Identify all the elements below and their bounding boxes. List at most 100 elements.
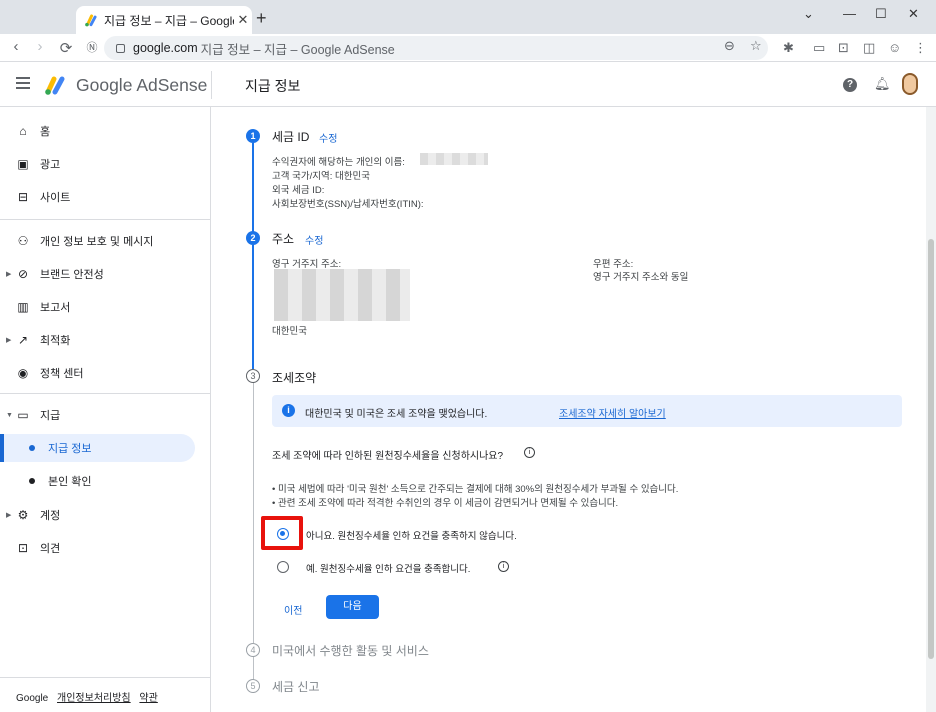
privacy-policy-link[interactable]: 개인정보처리방침: [57, 693, 131, 704]
treaty-question: 조세 조약에 따라 인하된 원천징수세율을 신청하시나요?: [272, 451, 504, 462]
expand-arrow-icon[interactable]: ▶: [6, 270, 11, 278]
payments-icon: ▭: [17, 408, 29, 422]
reload-icon[interactable]: ⟳: [54, 39, 78, 57]
step-1-title: 세금 ID: [272, 130, 310, 144]
tab-search-icon[interactable]: ⌄: [803, 6, 814, 22]
option-help-icon[interactable]: i: [498, 561, 509, 572]
stepper-line: [253, 383, 254, 643]
next-button[interactable]: 다음: [326, 595, 379, 619]
bookmark-star-icon[interactable]: ☆: [750, 38, 762, 54]
sidebar-item-account[interactable]: ▶ ⚙ 계정: [0, 501, 210, 529]
extensions-icon[interactable]: ✱: [783, 40, 794, 56]
question-help-icon[interactable]: i: [524, 447, 535, 458]
previous-button[interactable]: 이전: [284, 602, 302, 617]
sidebar-item-verification[interactable]: 본인 확인: [0, 467, 210, 495]
step-3-marker: 3: [246, 369, 260, 383]
sidebar-item-brand-safety[interactable]: ▶ ⊘ 브랜드 안전성: [0, 260, 210, 288]
sidebar-divider: [0, 393, 211, 394]
expand-arrow-icon[interactable]: ▶: [6, 511, 11, 519]
side-panel-icon[interactable]: ◫: [863, 40, 875, 56]
sidebar-item-label: 지급: [40, 410, 61, 422]
step-3-title: 조세조약: [272, 371, 317, 385]
terms-link[interactable]: 약관: [139, 693, 157, 704]
bullet-dot: [29, 445, 35, 451]
stepper-line: [252, 143, 254, 235]
profile-icon[interactable]: ☺: [888, 40, 901, 55]
cast-icon[interactable]: ▭: [813, 40, 825, 56]
sidebar-item-sites[interactable]: ⊟ 사이트: [0, 183, 210, 211]
sidebar-item-payments-info[interactable]: 지급 정보: [0, 434, 195, 462]
adsense-logo-icon: [44, 75, 68, 95]
address-bar[interactable]: google.com 지급 정보 – 지급 – Google AdSense: [104, 36, 768, 60]
radio-no[interactable]: [277, 528, 289, 540]
sidebar-item-label: 보고서: [40, 302, 71, 314]
step-4-title: 미국에서 수행한 활동 및 서비스: [272, 644, 429, 658]
forward-icon[interactable]: ›: [28, 38, 52, 55]
step-2-edit-link[interactable]: 수정: [305, 232, 323, 247]
sidebar-item-label: 브랜드 안전성: [40, 269, 104, 281]
page-scrollbar[interactable]: [926, 107, 936, 712]
feedback-icon: ⊡: [17, 541, 29, 555]
gear-icon: ⚙: [17, 508, 29, 522]
sidebar-item-label: 의견: [40, 543, 61, 555]
radio-yes-label[interactable]: 예. 원천징수세율 인하 요건을 충족합니다.: [306, 561, 470, 575]
radio-yes[interactable]: [277, 561, 289, 573]
minimize-icon[interactable]: —: [843, 6, 856, 21]
sidebar-item-home[interactable]: ⌂ 홈: [0, 117, 210, 145]
sidebar-item-label: 본인 확인: [48, 476, 92, 488]
sites-icon: ⊟: [17, 190, 29, 204]
browser-menu-icon[interactable]: ⋮: [914, 40, 927, 56]
redacted-name: [420, 153, 488, 165]
sidebar-item-reports[interactable]: ▥ 보고서: [0, 293, 210, 321]
sidebar-item-payments[interactable]: ▼ ▭ 지급: [0, 401, 210, 429]
sidebar-item-privacy-messaging[interactable]: ⚇ 개인 정보 보호 및 메시지: [0, 227, 210, 255]
hamburger-menu-icon[interactable]: [16, 77, 30, 89]
step-1-edit-link[interactable]: 수정: [319, 130, 337, 145]
bullet-text: • 관련 조세 조약에 따라 적격한 수취인의 경우 이 세금이 감면되거나 면…: [272, 498, 619, 509]
tab-close-icon[interactable]: ✕: [234, 12, 252, 28]
payee-name-label: 수익권자에 해당하는 개인의 이름:: [272, 157, 405, 168]
screenshot-icon[interactable]: ⊡: [838, 40, 849, 56]
radio-no-label[interactable]: 아니요. 원천징수세율 인하 요건을 충족하지 않습니다.: [306, 528, 517, 542]
sidebar-item-label: 홈: [40, 126, 51, 138]
browser-tab[interactable]: 지급 정보 – 지급 – Google AdSe ✕: [76, 6, 252, 34]
maximize-icon[interactable]: ☐: [875, 6, 887, 22]
zoom-icon[interactable]: ⊖: [724, 38, 735, 54]
sidebar-divider: [0, 219, 211, 220]
back-icon[interactable]: ‹: [4, 38, 28, 55]
step-4-marker: 4: [246, 643, 260, 657]
sidebar-item-optimization[interactable]: ▶ ↗ 최적화: [0, 326, 210, 354]
bullet-text: • 미국 세법에 따라 '미국 원천' 소득으로 간주되는 결제에 대해 30%…: [272, 484, 679, 495]
main-content: 1 세금 ID 수정 수익권자에 해당하는 개인의 이름: 고객 국가/지역: …: [212, 107, 924, 712]
sidebar-item-policy-center[interactable]: ◉ 정책 센터: [0, 359, 210, 387]
treaty-learn-more-link[interactable]: 조세조약 자세히 알아보기: [559, 405, 666, 420]
new-tab-icon[interactable]: +: [256, 8, 267, 29]
reports-icon: ▥: [17, 300, 29, 314]
country-line: 고객 국가/지역: 대한민국: [272, 171, 370, 182]
scrollbar-thumb[interactable]: [928, 239, 934, 659]
sidebar-item-label: 광고: [40, 159, 61, 171]
trending-icon: ↗: [17, 333, 29, 347]
sidebar-item-feedback[interactable]: ⊡ 의견: [0, 534, 210, 562]
sidebar-item-label: 계정: [40, 510, 61, 522]
bullet-dot: [29, 478, 35, 484]
step-2-title: 주소: [272, 232, 295, 246]
help-icon[interactable]: ?: [843, 78, 857, 92]
extension-n-icon[interactable]: Ⓝ: [80, 39, 104, 55]
expand-arrow-icon[interactable]: ▶: [6, 336, 11, 344]
sidebar-item-ads[interactable]: ▣ 광고: [0, 150, 210, 178]
address-country: 대한민국: [272, 326, 307, 337]
notifications-bell-icon[interactable]: 🔔︎: [874, 76, 891, 92]
stepper-line: [252, 245, 254, 369]
mailing-address-value: 영구 거주지 주소와 동일: [593, 272, 689, 283]
adsense-favicon-icon: [84, 13, 98, 27]
avatar[interactable]: [902, 73, 918, 95]
browser-tab-strip: 지급 정보 – 지급 – Google AdSe ✕ + ⌄ — ☐ ✕: [0, 0, 936, 34]
sidebar-item-label: 지급 정보: [48, 443, 92, 455]
home-icon: ⌂: [19, 124, 27, 138]
product-name: Google AdSense: [76, 75, 208, 95]
stepper-line: [253, 657, 254, 681]
collapse-arrow-icon[interactable]: ▼: [6, 412, 13, 419]
close-window-icon[interactable]: ✕: [908, 6, 919, 22]
treaty-info-banner: i 대한민국 및 미국은 조세 조약을 맺었습니다. 조세조약 자세히 알아보기: [272, 395, 902, 427]
